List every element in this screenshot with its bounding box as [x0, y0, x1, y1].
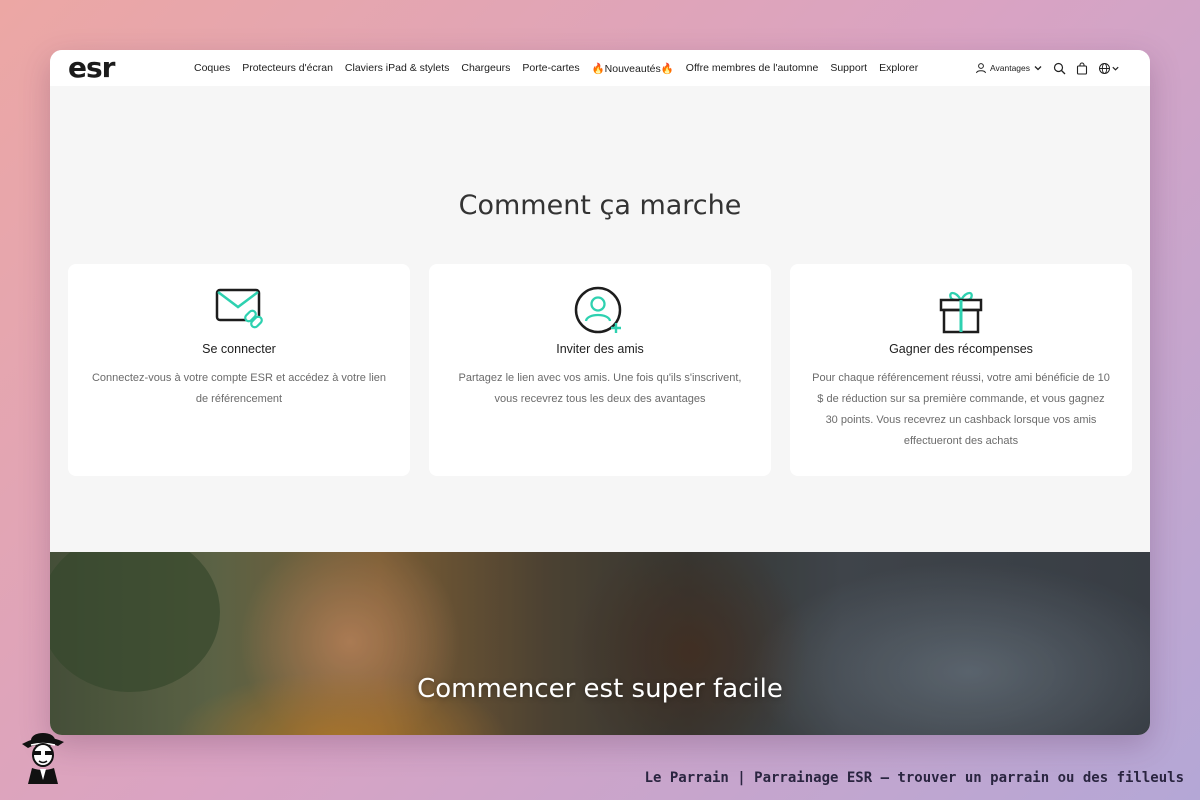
menu-item-claviers[interactable]: Claviers iPad & stylets: [345, 62, 449, 74]
step-title: Se connecter: [202, 342, 276, 356]
nav-actions: Avantages: [975, 50, 1120, 86]
menu-item-coques[interactable]: Coques: [194, 62, 230, 74]
step-card-invite: Inviter des amis Partagez le lien avec v…: [429, 264, 771, 476]
user-icon: [975, 63, 986, 74]
step-description: Connectez-vous à votre compte ESR et acc…: [91, 372, 387, 405]
section-title: Comment ça marche: [458, 190, 742, 221]
menu-item-explorer[interactable]: Explorer: [879, 62, 918, 74]
hero-banner: Commencer est super facile: [50, 552, 1150, 735]
chevron-down-icon: [1112, 66, 1119, 71]
esr-logo[interactable]: esr: [68, 53, 115, 83]
menu-item-porte-cartes[interactable]: Porte-cartes: [522, 62, 579, 74]
menu-item-support[interactable]: Support: [830, 62, 867, 74]
hero-title: Commencer est super facile: [417, 674, 783, 704]
search-icon[interactable]: [1053, 62, 1066, 75]
godfather-mascot-icon: [22, 733, 64, 784]
cart-icon[interactable]: [1076, 61, 1088, 75]
main-menu: Coques Protecteurs d'écran Claviers iPad…: [194, 50, 918, 86]
top-navigation: esr Coques Protecteurs d'écran Claviers …: [50, 50, 1150, 86]
language-selector[interactable]: [1098, 62, 1120, 75]
step-card-connect: Se connecter Connectez-vous à votre comp…: [68, 264, 410, 476]
page-caption: Le Parrain | Parrainage ESR — trouver un…: [644, 770, 1184, 786]
gift-icon: [939, 291, 983, 334]
menu-item-offre-membres[interactable]: Offre membres de l'automne: [686, 62, 819, 74]
envelope-link-icon: [215, 288, 263, 329]
step-title: Inviter des amis: [556, 342, 644, 356]
account-label: Avantages: [989, 63, 1030, 73]
user-plus-icon: [574, 286, 622, 334]
browser-window: esr Coques Protecteurs d'écran Claviers …: [50, 50, 1150, 735]
menu-item-protecteurs[interactable]: Protecteurs d'écran: [242, 62, 333, 74]
hero-photo: [50, 552, 1150, 735]
chevron-down-icon: [1034, 66, 1042, 71]
globe-icon: [1099, 62, 1110, 74]
step-card-rewards: Gagner des récompenses Pour chaque référ…: [790, 264, 1132, 476]
step-title: Gagner des récompenses: [889, 342, 1033, 356]
account-menu[interactable]: Avantages: [975, 62, 1043, 74]
menu-item-nouveautes[interactable]: 🔥Nouveautés🔥: [592, 62, 674, 75]
step-description: Pour chaque référencement réussi, votre …: [812, 372, 1110, 447]
step-description: Partagez le lien avec vos amis. Une fois…: [458, 372, 742, 405]
menu-item-chargeurs[interactable]: Chargeurs: [461, 62, 510, 74]
